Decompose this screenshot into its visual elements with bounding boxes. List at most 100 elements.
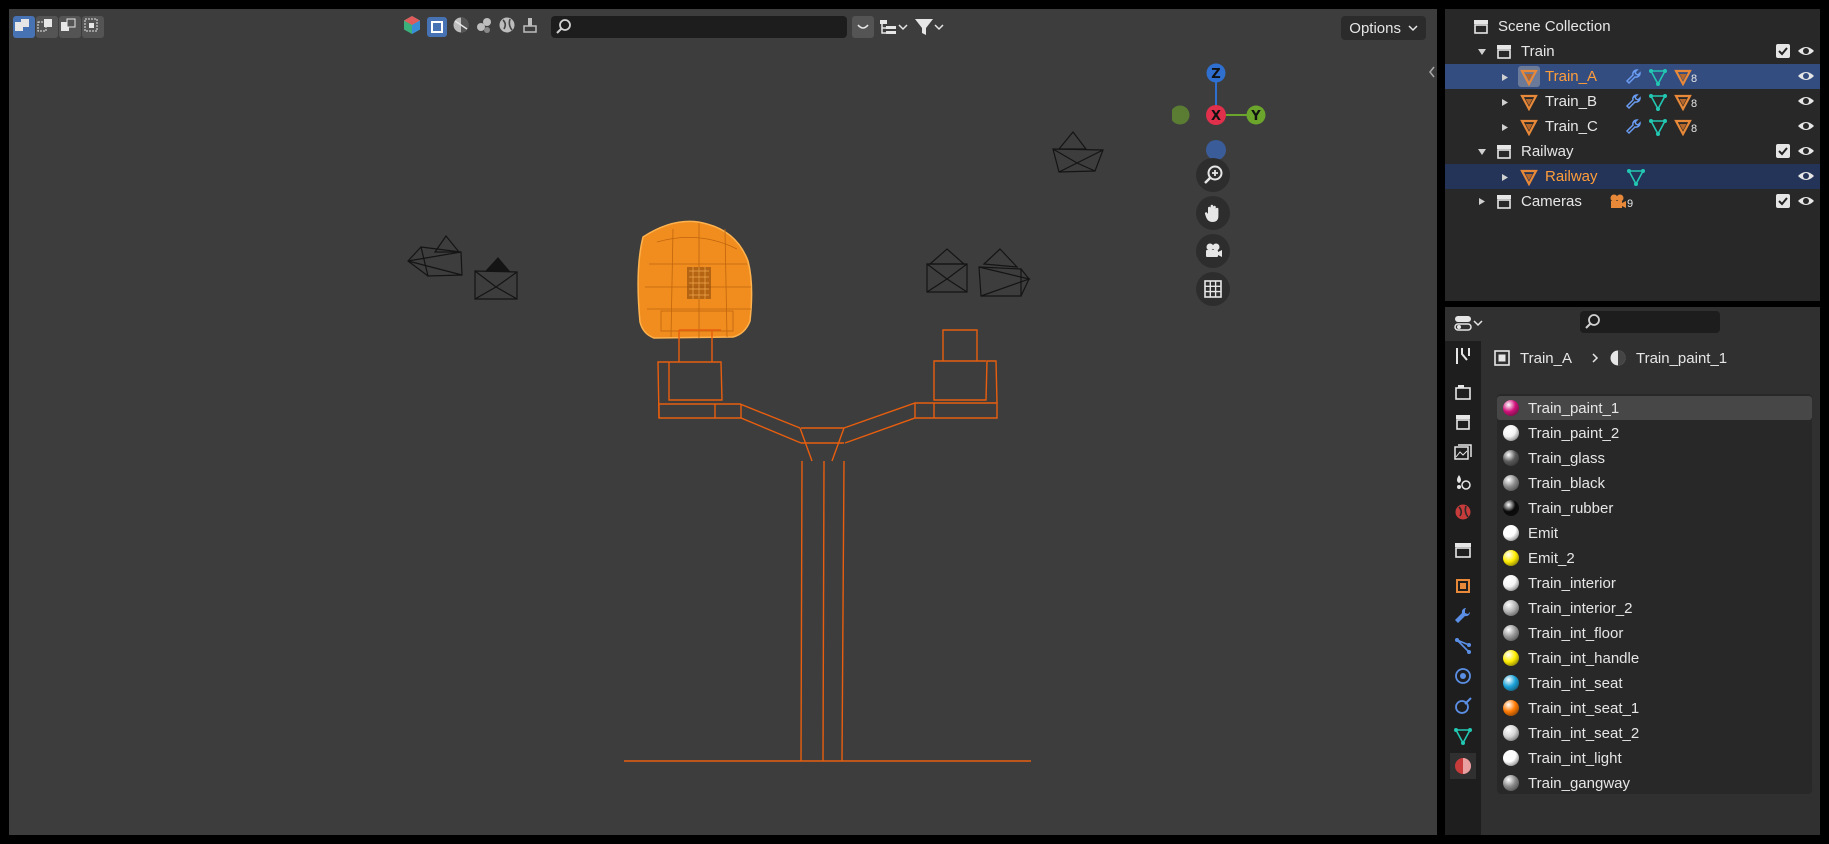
material-preview-icon	[1503, 525, 1519, 541]
material-icon	[1610, 350, 1626, 366]
outliner-panel: Scene Collection Train Train_A 8 Train_B…	[1445, 9, 1820, 301]
train-a-object[interactable]	[637, 220, 753, 339]
material-slot-row[interactable]: Train_rubber	[1497, 496, 1812, 520]
exclude-checkbox[interactable]	[1776, 194, 1790, 208]
material-slot-row[interactable]: Train_interior	[1497, 571, 1812, 595]
exclude-checkbox[interactable]	[1776, 44, 1790, 58]
tab-collection[interactable]	[1450, 537, 1476, 563]
eye-icon[interactable]	[1797, 118, 1815, 134]
material-slot-list[interactable]: Train_paint_1 Train_paint_2 Train_glass Tra…	[1497, 394, 1812, 794]
material-slot-row[interactable]: Train_int_seat	[1497, 671, 1812, 695]
tab-scene[interactable]	[1450, 469, 1476, 495]
mesh-object-icon	[1520, 94, 1538, 111]
outliner-row-train-c[interactable]: Train_C 8	[1445, 114, 1820, 139]
material-preview-icon	[1503, 575, 1519, 591]
tab-particles[interactable]	[1450, 633, 1476, 659]
expand-down-icon[interactable]	[1477, 48, 1487, 56]
mesh-data-icon[interactable]	[1649, 68, 1667, 86]
eye-icon[interactable]	[1797, 143, 1815, 159]
tab-modifiers[interactable]	[1450, 603, 1476, 629]
properties-editor-icon	[1454, 316, 1472, 331]
material-slot-row[interactable]: Train_int_handle	[1497, 646, 1812, 670]
exclude-checkbox[interactable]	[1776, 144, 1790, 158]
mesh-data-icon[interactable]	[1649, 118, 1667, 136]
child-mesh-icon[interactable]	[1674, 118, 1692, 136]
eye-icon[interactable]	[1797, 93, 1815, 109]
material-slot-row[interactable]: Emit_2	[1497, 546, 1812, 570]
railway-object[interactable]	[624, 329, 1031, 762]
material-slot-row[interactable]: Train_black	[1497, 471, 1812, 495]
properties-panel: Train_A Train_paint_1 Train_paint_1 Train…	[1445, 307, 1820, 835]
eye-icon[interactable]	[1797, 68, 1815, 84]
material-preview-icon	[1503, 475, 1519, 491]
material-slot-name: Train_int_floor	[1528, 625, 1624, 642]
tab-tool[interactable]	[1450, 343, 1476, 369]
material-slot-row[interactable]: Emit	[1497, 521, 1812, 545]
outliner-row-train-b[interactable]: Train_B 8	[1445, 89, 1820, 114]
expand-down-icon[interactable]	[1477, 148, 1487, 156]
constraints-icon	[1455, 697, 1472, 714]
render-icon	[1455, 385, 1471, 400]
expand-right-icon[interactable]	[1478, 197, 1486, 206]
material-slot-name: Train_interior	[1528, 575, 1616, 592]
tab-material[interactable]	[1450, 753, 1476, 779]
material-slot-row[interactable]: Train_interior_2	[1497, 596, 1812, 620]
wrench-modifier-icon[interactable]	[1625, 68, 1643, 86]
expand-right-icon[interactable]	[1501, 173, 1509, 182]
tab-constraints[interactable]	[1450, 693, 1476, 719]
material-slot-name: Train_paint_2	[1528, 425, 1620, 442]
outliner-row-cameras-collection[interactable]: Cameras 9	[1445, 189, 1820, 214]
material-slot-row[interactable]: Train_int_light	[1497, 746, 1812, 770]
scene-canvas[interactable]	[9, 9, 1437, 835]
properties-search-input[interactable]	[1580, 311, 1720, 333]
tab-physics[interactable]	[1450, 663, 1476, 689]
eye-icon[interactable]	[1797, 168, 1815, 184]
camera-objects[interactable]	[407, 131, 1104, 300]
material-slot-name: Train_glass	[1528, 450, 1605, 467]
material-slot-name: Train_interior_2	[1528, 600, 1633, 617]
material-slot-row[interactable]: Train_int_seat_2	[1497, 721, 1812, 745]
3d-viewport[interactable]: Options Z Y X	[9, 9, 1437, 835]
outliner-row-train-a[interactable]: Train_A 8	[1445, 64, 1820, 89]
child-mesh-icon[interactable]	[1674, 68, 1692, 86]
material-slot-row[interactable]: Train_int_seat_1	[1497, 696, 1812, 720]
mesh-data-icon[interactable]	[1627, 168, 1645, 186]
tab-object[interactable]	[1450, 573, 1476, 599]
breadcrumb: Train_A Train_paint_1	[1485, 341, 1820, 375]
material-slot-row[interactable]: Train_int_floor	[1497, 621, 1812, 645]
mesh-object-icon	[1520, 119, 1538, 136]
scene-icon	[1457, 475, 1471, 490]
child-mesh-icon[interactable]	[1674, 93, 1692, 111]
expand-right-icon[interactable]	[1501, 123, 1509, 132]
physics-icon	[1455, 668, 1471, 684]
material-slot-name: Train_gangway	[1528, 775, 1631, 792]
outliner-row-scene-collection[interactable]: Scene Collection	[1445, 14, 1820, 39]
outliner-row-railway-collection[interactable]: Railway	[1445, 139, 1820, 164]
material-slot-row[interactable]: Train_paint_1	[1497, 396, 1812, 420]
tab-view-layer[interactable]	[1450, 439, 1476, 465]
tab-output[interactable]	[1450, 409, 1476, 435]
wrench-modifier-icon[interactable]	[1625, 118, 1643, 136]
camera-object-icon[interactable]	[1608, 192, 1628, 210]
outliner-row-train-collection[interactable]: Train	[1445, 39, 1820, 64]
tab-data[interactable]	[1450, 723, 1476, 749]
wrench-modifier-icon[interactable]	[1625, 93, 1643, 111]
material-slot-row[interactable]: Train_glass	[1497, 446, 1812, 470]
tab-world[interactable]	[1450, 499, 1476, 525]
material-preview-icon	[1503, 625, 1519, 641]
expand-right-icon[interactable]	[1501, 73, 1509, 82]
material-slot-name: Emit_2	[1528, 550, 1575, 567]
mesh-data-icon[interactable]	[1649, 93, 1667, 111]
material-slot-name: Train_paint_1	[1528, 400, 1620, 417]
material-slot-row[interactable]: Train_gangway	[1497, 771, 1812, 795]
material-preview-icon	[1503, 725, 1519, 741]
outliner-row-railway-object[interactable]: Railway	[1445, 164, 1820, 189]
expand-right-icon[interactable]	[1501, 98, 1509, 107]
tab-render[interactable]	[1450, 379, 1476, 405]
material-slot-row[interactable]: Train_paint_2	[1497, 421, 1812, 445]
material-preview-icon	[1503, 600, 1519, 616]
eye-icon[interactable]	[1797, 43, 1815, 59]
image-icon	[1454, 444, 1472, 460]
editor-type-dropdown[interactable]	[1453, 311, 1483, 335]
eye-icon[interactable]	[1797, 193, 1815, 209]
